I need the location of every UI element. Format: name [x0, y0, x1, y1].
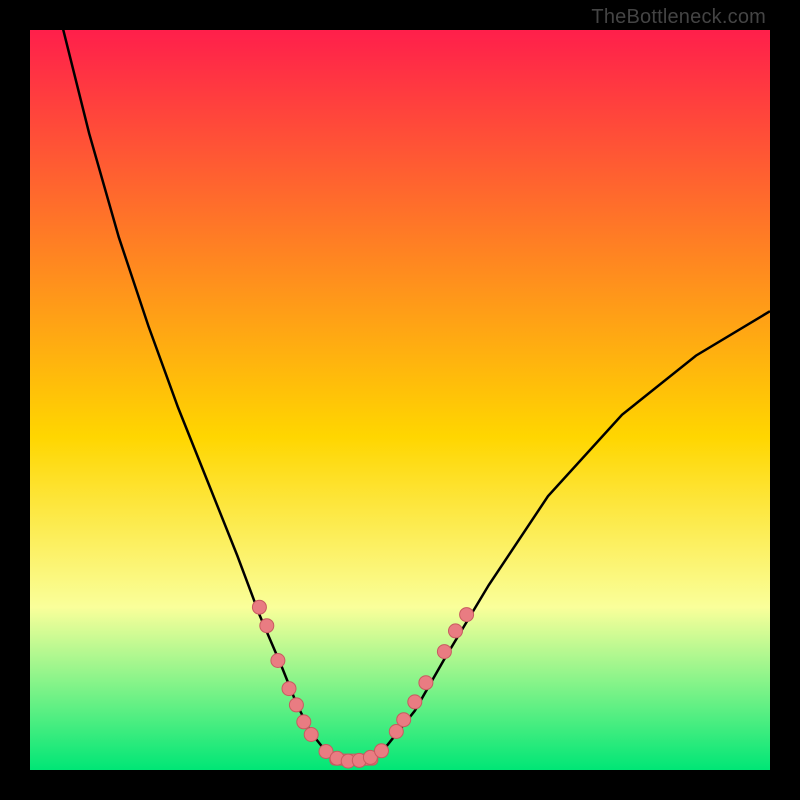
- frame-border-right: [770, 0, 800, 800]
- data-marker: [397, 713, 411, 727]
- data-marker: [437, 645, 451, 659]
- data-marker: [304, 728, 318, 742]
- data-marker: [297, 715, 311, 729]
- data-marker: [375, 744, 389, 758]
- bottleneck-plot: [30, 30, 770, 770]
- chart-frame: TheBottleneck.com: [0, 0, 800, 800]
- data-marker: [408, 695, 422, 709]
- data-marker: [260, 619, 274, 633]
- gradient-background: [30, 30, 770, 770]
- data-marker: [449, 624, 463, 638]
- data-marker: [271, 654, 285, 668]
- data-marker: [460, 608, 474, 622]
- frame-border-left: [0, 0, 30, 800]
- watermark-text: TheBottleneck.com: [591, 6, 766, 29]
- frame-border-bottom: [0, 770, 800, 800]
- data-marker: [289, 698, 303, 712]
- data-marker: [252, 600, 266, 614]
- data-marker: [282, 682, 296, 696]
- data-marker: [419, 676, 433, 690]
